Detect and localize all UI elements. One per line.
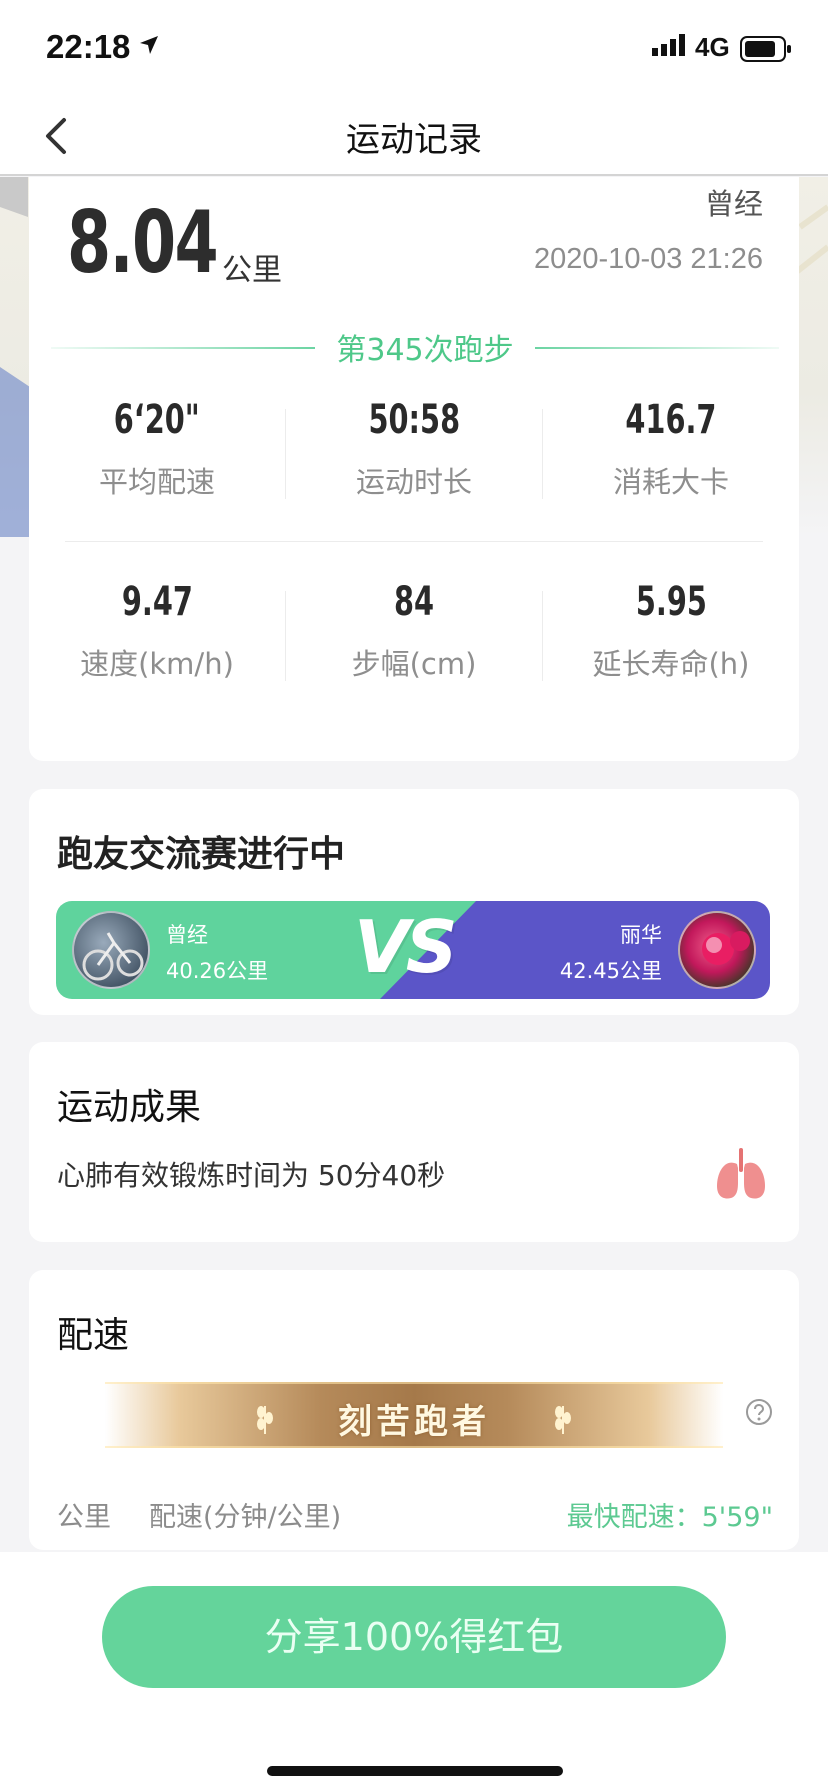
bottom-bar: 分享100%得红包 bbox=[0, 1552, 828, 1792]
run-count-row: 第345次跑步 bbox=[51, 325, 779, 369]
column-header-km: 公里 bbox=[57, 1502, 111, 1533]
run-count-label: 第345次跑步 bbox=[336, 333, 514, 368]
status-time: 22:18 bbox=[46, 28, 131, 65]
pace-title: 配速 bbox=[57, 1315, 130, 1356]
stat-life-extension: 5.95 延长寿命(h) bbox=[543, 579, 799, 683]
stat-stride: 84 步幅(cm) bbox=[286, 579, 542, 683]
location-arrow-icon bbox=[138, 34, 160, 60]
stat-avg-pace: 6‘20" 平均配速 bbox=[29, 397, 285, 501]
stat-label: 运动时长 bbox=[355, 465, 472, 499]
stat-value: 416.7 bbox=[625, 397, 717, 443]
stat-value: 50:58 bbox=[368, 397, 460, 443]
divider bbox=[51, 347, 315, 349]
lungs-icon bbox=[715, 1146, 767, 1206]
share-button[interactable]: 分享100%得红包 bbox=[102, 1586, 726, 1688]
row-separator bbox=[65, 541, 763, 542]
column-separator bbox=[285, 409, 286, 499]
wheat-icon bbox=[553, 1400, 573, 1438]
column-separator bbox=[542, 409, 543, 499]
racer-left-name: 曾经 bbox=[166, 923, 208, 947]
user-name: 曾经 bbox=[704, 187, 763, 221]
badge-label: 刻苦跑者 bbox=[338, 1402, 490, 1442]
page-title: 运动记录 bbox=[346, 120, 482, 160]
fastest-pace: 最快配速：5'59" bbox=[566, 1502, 773, 1533]
race-title: 跑友交流赛进行中 bbox=[57, 834, 346, 875]
nav-bar: 运动记录 bbox=[0, 96, 828, 176]
stat-duration: 50:58 运动时长 bbox=[286, 397, 542, 501]
distance-value: 8.04 bbox=[67, 193, 219, 293]
stat-label: 延长寿命(h) bbox=[592, 647, 750, 681]
racer-left-distance: 40.26公里 bbox=[166, 959, 269, 983]
racer-right-distance: 42.45公里 bbox=[559, 959, 662, 983]
stat-value: 9.47 bbox=[121, 579, 193, 625]
battery-icon bbox=[740, 36, 792, 66]
result-text: 心肺有效锻炼时间为 50分40秒 bbox=[57, 1159, 446, 1192]
vs-mark: VS bbox=[354, 905, 458, 989]
home-indicator bbox=[267, 1766, 563, 1776]
stat-value: 84 bbox=[393, 579, 435, 625]
result-title: 运动成果 bbox=[57, 1087, 202, 1128]
stat-label: 步幅(cm) bbox=[351, 647, 477, 681]
stat-label: 消耗大卡 bbox=[612, 465, 729, 499]
pace-card: 配速 刻苦跑者 公里 配速(分钟/公里) 最快配速：5'59" bbox=[29, 1270, 799, 1550]
race-card[interactable]: 跑友交流赛进行中 曾经 40.26公里 VS 丽华 42.45公里 bbox=[29, 789, 799, 1015]
signal-icon bbox=[652, 34, 688, 60]
result-card: 运动成果 心肺有效锻炼时间为 50分40秒 bbox=[29, 1042, 799, 1242]
stat-value: 5.95 bbox=[635, 579, 707, 625]
column-separator bbox=[285, 591, 286, 681]
stats-card: 8.04 公里 曾经 2020-10-03 21:26 第345次跑步 6‘20… bbox=[29, 177, 799, 761]
avatar[interactable] bbox=[72, 911, 150, 989]
stat-speed: 9.47 速度(km/h) bbox=[29, 579, 285, 683]
avatar[interactable] bbox=[678, 911, 756, 989]
distance-unit: 公里 bbox=[222, 253, 282, 288]
divider bbox=[535, 347, 779, 349]
network-label: 4G bbox=[695, 32, 730, 62]
column-header-pace: 配速(分钟/公里) bbox=[149, 1502, 342, 1533]
stat-calories: 416.7 消耗大卡 bbox=[543, 397, 799, 501]
vs-banner[interactable]: 曾经 40.26公里 VS 丽华 42.45公里 bbox=[56, 901, 770, 999]
status-bar: 22:18 4G bbox=[0, 0, 828, 96]
stat-label: 速度(km/h) bbox=[80, 647, 234, 681]
run-date-time: 2020-10-03 21:26 bbox=[534, 243, 763, 275]
racer-right-name: 丽华 bbox=[620, 923, 662, 947]
stat-label: 平均配速 bbox=[98, 465, 215, 499]
stat-value: 6‘20" bbox=[113, 397, 201, 443]
help-icon[interactable] bbox=[745, 1398, 773, 1430]
column-separator bbox=[542, 591, 543, 681]
achievement-badge: 刻苦跑者 bbox=[105, 1382, 723, 1448]
